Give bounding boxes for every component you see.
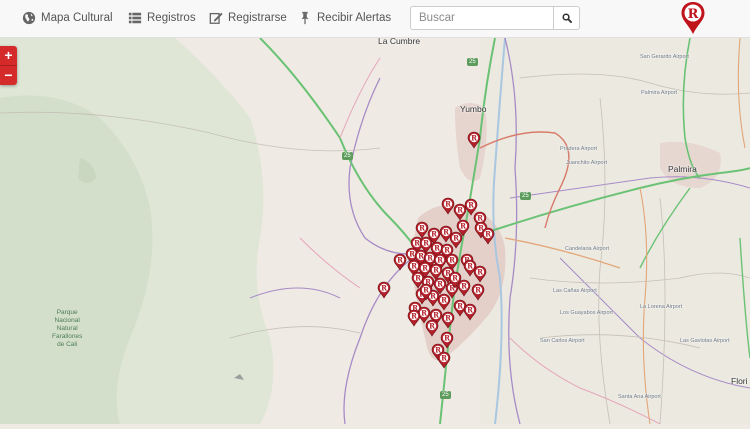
svg-text:R: R — [471, 134, 477, 143]
nav-recibir-alertas[interactable]: Recibir Alertas — [298, 11, 391, 25]
svg-text:R: R — [434, 244, 440, 253]
svg-text:R: R — [449, 256, 455, 265]
svg-text:R: R — [467, 262, 473, 271]
search-form — [410, 6, 580, 30]
svg-text:R: R — [443, 228, 449, 237]
svg-text:R: R — [427, 254, 433, 263]
zoom-control: + − — [0, 46, 17, 85]
svg-text:R: R — [441, 354, 447, 363]
svg-text:R: R — [415, 274, 421, 283]
culture-marker[interactable]: R — [467, 131, 481, 149]
culture-marker[interactable]: R — [441, 311, 455, 329]
svg-text:R: R — [444, 334, 450, 343]
svg-text:R: R — [411, 312, 417, 321]
svg-text:R: R — [433, 311, 439, 320]
svg-text:R: R — [441, 296, 447, 305]
nav-registros-label: Registros — [147, 12, 196, 24]
svg-text:R: R — [452, 274, 458, 283]
svg-text:R: R — [477, 268, 483, 277]
svg-text:R: R — [421, 309, 427, 318]
svg-text:R: R — [444, 246, 450, 255]
site-logo[interactable]: R — [680, 1, 706, 35]
culture-marker[interactable]: R — [481, 227, 495, 245]
culture-marker[interactable]: R — [393, 253, 407, 271]
svg-text:R: R — [468, 201, 474, 210]
svg-text:R: R — [431, 230, 437, 239]
svg-text:R: R — [460, 222, 466, 231]
nav-mapa-cultural-label: Mapa Cultural — [41, 12, 113, 24]
culture-marker[interactable]: R — [457, 279, 471, 297]
culture-marker[interactable]: R — [437, 351, 451, 369]
svg-text:R: R — [433, 266, 439, 275]
nav-mapa-cultural[interactable]: Mapa Cultural — [22, 11, 113, 25]
svg-text:R: R — [409, 250, 415, 259]
svg-text:R: R — [457, 302, 463, 311]
svg-text:R: R — [414, 239, 420, 248]
svg-text:R: R — [419, 224, 425, 233]
culture-marker[interactable]: R — [437, 293, 451, 311]
list-icon — [128, 12, 142, 24]
culture-marker[interactable]: R — [471, 283, 485, 301]
search-input[interactable] — [410, 6, 553, 30]
marker-layer: RRRRRR RRRR RRR RR RR R R R R RRR R R RRRR R R R R RRR RR R… — [377, 131, 495, 369]
culture-marker[interactable]: R — [415, 221, 429, 239]
svg-text:R: R — [381, 284, 387, 293]
nav-registros[interactable]: Registros — [128, 11, 196, 25]
culture-marker[interactable]: R — [377, 281, 391, 299]
nav-registrarse[interactable]: Registrarse — [209, 11, 287, 25]
culture-marker[interactable]: R — [463, 303, 477, 321]
culture-marker[interactable]: R — [425, 319, 439, 337]
svg-text:R: R — [453, 234, 459, 243]
edit-icon — [209, 12, 223, 24]
nav-recibir-alertas-label: Recibir Alertas — [317, 12, 392, 24]
svg-text:R: R — [445, 314, 451, 323]
svg-text:R: R — [418, 252, 424, 261]
svg-text:R: R — [461, 282, 467, 291]
map-canvas[interactable]: 25 25 25 25 La Cumbre Yumbo Palmira Flor… — [0, 36, 750, 425]
svg-text:R: R — [457, 206, 463, 215]
navbar: Mapa Cultural Registros Registrarse Reci… — [0, 0, 750, 38]
zoom-out-button[interactable]: − — [0, 65, 17, 85]
svg-text:R: R — [397, 256, 403, 265]
search-icon — [561, 13, 572, 23]
culture-marker[interactable]: R — [441, 197, 455, 215]
svg-text:R: R — [422, 264, 428, 273]
culture-marker[interactable]: R — [453, 203, 467, 221]
svg-text:R: R — [477, 214, 483, 223]
logo-letter: R — [688, 7, 699, 22]
svg-text:R: R — [485, 230, 491, 239]
culture-marker[interactable]: R — [473, 265, 487, 283]
culture-marker[interactable]: R — [407, 309, 421, 327]
svg-text:R: R — [423, 239, 429, 248]
search-button[interactable] — [553, 6, 580, 30]
svg-text:R: R — [437, 256, 443, 265]
svg-text:R: R — [475, 286, 481, 295]
nav-registrarse-label: Registrarse — [228, 12, 287, 24]
globe-icon — [22, 11, 36, 25]
culture-marker[interactable]: R — [449, 231, 463, 249]
svg-text:R: R — [437, 280, 443, 289]
zoom-in-button[interactable]: + — [0, 46, 17, 65]
svg-text:R: R — [411, 262, 417, 271]
svg-text:R: R — [429, 322, 435, 331]
svg-text:R: R — [467, 306, 473, 315]
culture-marker[interactable]: R — [440, 331, 454, 349]
pin-icon — [301, 11, 309, 25]
svg-text:R: R — [423, 286, 429, 295]
culture-marker[interactable]: R — [464, 198, 478, 216]
svg-text:R: R — [445, 200, 451, 209]
